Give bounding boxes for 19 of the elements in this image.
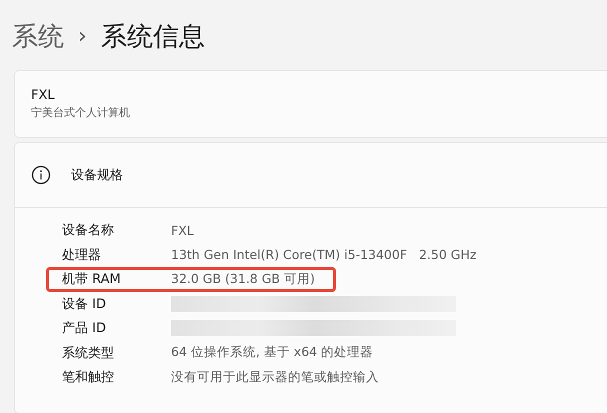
info-icon (31, 165, 51, 185)
spec-label: 设备名称 (62, 222, 115, 240)
spec-value: 32.0 GB (31.8 GB 可用) (171, 270, 315, 288)
spec-label: 笔和触控 (62, 369, 115, 386)
spec-label: 系统类型 (62, 344, 115, 362)
spec-label: 机带 RAM (62, 271, 122, 288)
spec-label: 产品 ID (62, 320, 107, 338)
spec-value: 64 位操作系统, 基于 x64 的处理器 (171, 344, 374, 362)
spec-value: FXL (171, 222, 194, 238)
spec-label: 处理器 (62, 246, 102, 264)
spec-label: 设备 ID (62, 296, 107, 313)
page-title: 系统信息 (100, 20, 205, 54)
device-model: 宁美台式个人计算机 (31, 105, 131, 120)
device-name: FXL (31, 88, 56, 103)
spec-value: 没有可用于此显示器的笔或触控输入 (171, 368, 379, 386)
breadcrumb-separator: › (78, 24, 87, 48)
section-title: 设备规格 (71, 167, 123, 184)
spec-value: 13th Gen Intel(R) Core(TM) i5-13400F 2.50 GHz (171, 247, 476, 262)
breadcrumb-parent[interactable]: 系统 (12, 18, 64, 54)
